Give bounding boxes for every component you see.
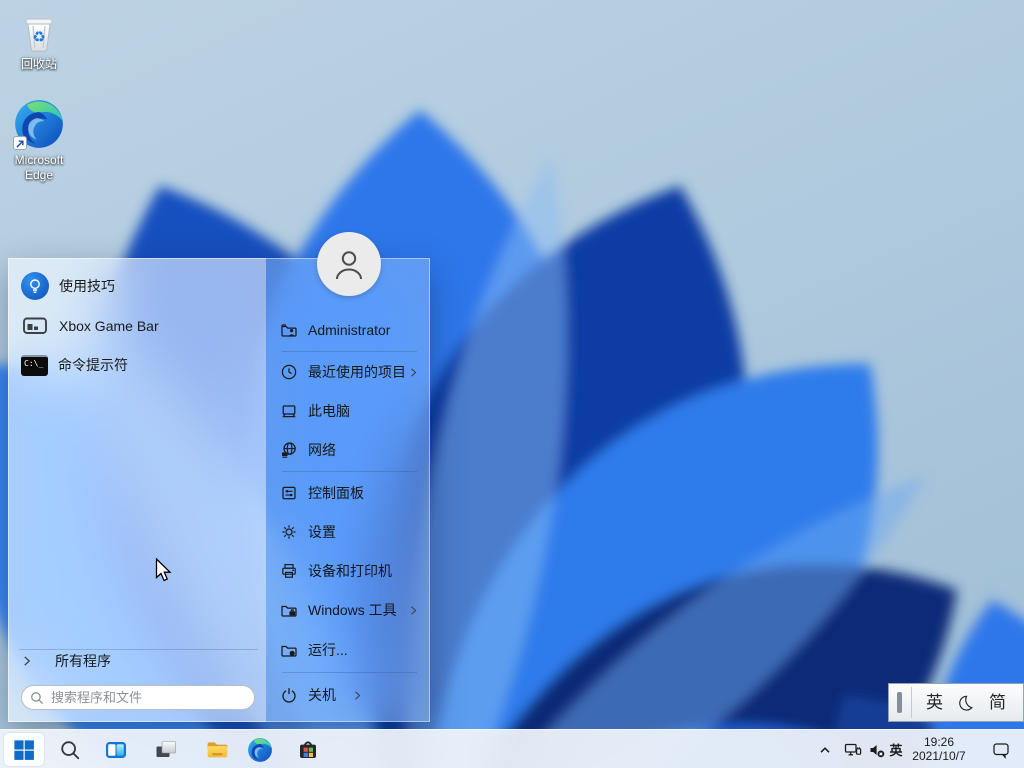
user-folder-icon xyxy=(280,321,298,339)
start-menu-item-network[interactable]: 网络 xyxy=(266,431,429,469)
task-view-icon xyxy=(104,738,128,762)
tips-bulb-icon xyxy=(21,272,49,300)
start-menu: 使用技巧 Xbox Game Bar C:\_ 命令提示符 所有程序 Adm xyxy=(8,258,430,722)
start-menu-item-xbox-game-bar[interactable]: Xbox Game Bar xyxy=(9,307,266,345)
ethernet-network-icon xyxy=(844,741,862,759)
menu-item-label: 命令提示符 xyxy=(58,355,128,375)
search-icon xyxy=(59,739,81,761)
start-menu-item-run[interactable]: 运行... xyxy=(266,631,429,669)
user-avatar[interactable] xyxy=(317,232,381,296)
start-menu-item-recent[interactable]: 最近使用的项目 xyxy=(266,353,429,391)
clock-icon xyxy=(280,363,298,381)
start-search-input[interactable] xyxy=(51,690,246,705)
search-icon xyxy=(30,691,44,705)
store-button[interactable] xyxy=(288,733,328,766)
desktop-icon-label: 回收站 xyxy=(21,57,57,72)
menu-item-label: 使用技巧 xyxy=(59,276,115,296)
edge-button[interactable] xyxy=(240,733,280,766)
chevron-right-icon xyxy=(408,605,419,616)
menu-item-label: 设置 xyxy=(308,522,336,542)
desktop-windows-button[interactable] xyxy=(146,733,186,766)
taskbar-search-button[interactable] xyxy=(50,733,90,766)
start-menu-left-pane: 使用技巧 Xbox Game Bar C:\_ 命令提示符 所有程序 xyxy=(8,258,266,722)
recycle-bin-icon: ♻ xyxy=(16,8,62,54)
start-menu-item-tips[interactable]: 使用技巧 xyxy=(9,267,266,305)
divider xyxy=(282,351,417,352)
tray-network-icon[interactable] xyxy=(840,737,866,762)
start-menu-item-this-pc[interactable]: 此电脑 xyxy=(266,392,429,430)
stacked-windows-icon xyxy=(154,738,178,762)
command-prompt-icon: C:\_ xyxy=(21,355,48,376)
menu-item-label: Xbox Game Bar xyxy=(59,318,159,334)
divider xyxy=(911,687,912,718)
start-menu-item-shutdown[interactable]: 关机 xyxy=(266,676,429,714)
notification-bubble-icon xyxy=(992,741,1010,759)
gear-icon xyxy=(280,523,298,541)
notification-center-button[interactable] xyxy=(986,737,1016,762)
chevron-right-icon xyxy=(21,655,33,667)
command-prompt-icon-text: C:\_ xyxy=(24,359,43,368)
chevron-right-icon xyxy=(352,690,363,701)
menu-item-label: 控制面板 xyxy=(308,483,364,503)
edge-icon xyxy=(13,98,65,150)
all-programs-label: 所有程序 xyxy=(55,651,111,671)
ime-halfwidth-moon-icon[interactable] xyxy=(957,694,975,712)
ime-language-mode[interactable]: 英 xyxy=(926,694,943,711)
start-menu-item-devices-printers[interactable]: 设备和打印机 xyxy=(266,552,429,590)
menu-item-label: 运行... xyxy=(308,640,348,660)
desktop-icon-recycle-bin[interactable]: ♻ 回收站 xyxy=(5,8,73,72)
store-bag-icon xyxy=(296,738,320,762)
start-menu-item-user[interactable]: Administrator xyxy=(266,311,429,349)
desktop-icon-microsoft-edge[interactable]: Microsoft Edge xyxy=(5,98,73,183)
start-menu-item-command-prompt[interactable]: C:\_ 命令提示符 xyxy=(9,346,266,384)
menu-item-label: 最近使用的项目 xyxy=(308,362,406,382)
menu-item-label: Administrator xyxy=(308,322,390,338)
windows-logo-icon xyxy=(13,739,35,761)
printer-icon xyxy=(280,562,298,580)
ime-language-bar[interactable]: 英 简 xyxy=(888,683,1024,722)
game-bar-icon xyxy=(21,312,49,340)
file-explorer-button[interactable] xyxy=(197,733,237,766)
shortcut-arrow-icon xyxy=(13,136,27,150)
start-search[interactable] xyxy=(21,685,255,710)
folder-icon xyxy=(205,737,230,762)
start-menu-item-windows-tools[interactable]: Windows 工具 xyxy=(266,591,429,629)
power-icon xyxy=(280,686,298,704)
menu-item-label: 网络 xyxy=(308,440,336,460)
ime-indicator-text: 英 xyxy=(889,740,902,759)
tray-ime-indicator[interactable]: 英 xyxy=(886,737,906,762)
menu-item-label: Windows 工具 xyxy=(308,600,397,620)
clock-date: 2021/10/7 xyxy=(906,750,972,764)
desktop-icon-label: Microsoft Edge xyxy=(15,153,64,183)
taskbar: 英 19:26 2021/10/7 xyxy=(0,729,1024,768)
task-view-button[interactable] xyxy=(96,733,136,766)
menu-item-label: 设备和打印机 xyxy=(308,561,392,581)
ime-drag-handle-icon[interactable] xyxy=(897,692,902,713)
svg-text:♻: ♻ xyxy=(32,28,45,46)
speaker-muted-icon xyxy=(868,741,886,759)
divider xyxy=(282,471,417,472)
menu-item-label: 关机 xyxy=(308,685,336,705)
ime-charset-mode[interactable]: 简 xyxy=(989,694,1006,711)
windows-desktop: { "desktop": { "icons": [ { "id": "recyc… xyxy=(0,0,1024,768)
edge-icon xyxy=(247,737,273,763)
start-menu-right-pane: Administrator 最近使用的项目 此电脑 网络 控制面板 设置 设备和… xyxy=(266,258,430,722)
divider xyxy=(282,672,417,673)
menu-item-label: 此电脑 xyxy=(308,401,350,421)
control-panel-icon xyxy=(280,484,298,502)
taskbar-clock[interactable]: 19:26 2021/10/7 xyxy=(906,736,972,763)
start-button[interactable] xyxy=(4,733,44,766)
start-menu-item-control-panel[interactable]: 控制面板 xyxy=(266,474,429,512)
start-menu-item-settings[interactable]: 设置 xyxy=(266,513,429,551)
computer-icon xyxy=(280,402,298,420)
all-programs-button[interactable]: 所有程序 xyxy=(9,642,266,680)
run-icon xyxy=(280,641,298,659)
person-icon xyxy=(329,244,369,284)
network-globe-icon xyxy=(280,441,298,459)
clock-time: 19:26 xyxy=(906,736,972,750)
tools-folder-icon xyxy=(280,601,298,619)
chevron-up-icon xyxy=(817,742,833,758)
chevron-right-icon xyxy=(408,367,419,378)
tray-hidden-icons-chevron[interactable] xyxy=(812,737,838,762)
